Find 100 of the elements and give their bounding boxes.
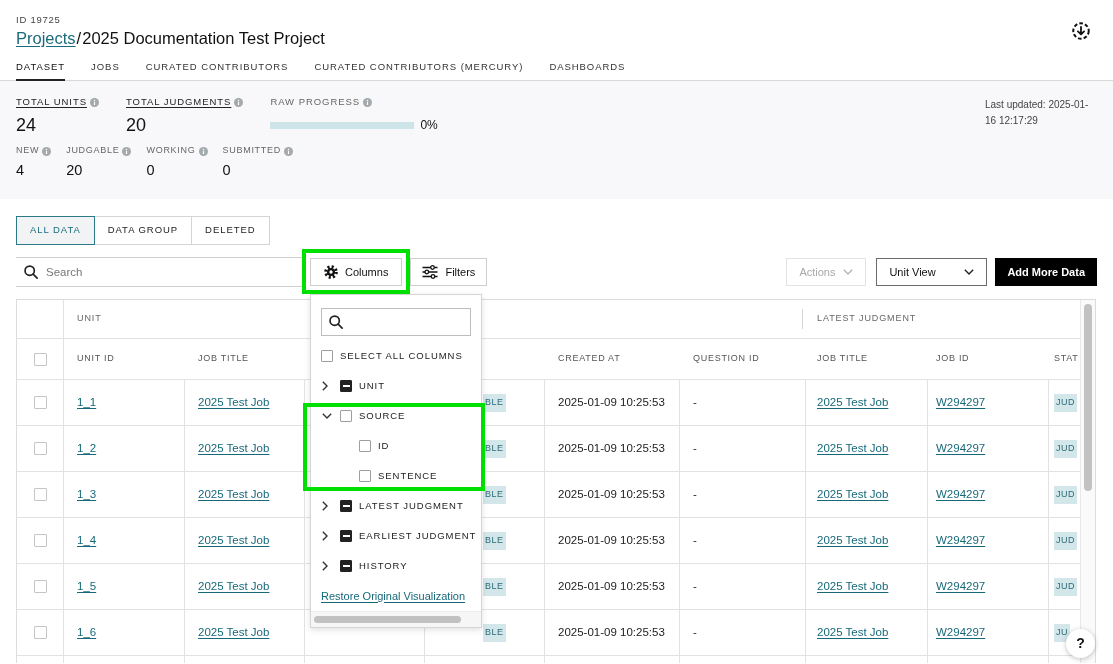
- table-link[interactable]: 1_3: [77, 485, 97, 504]
- nav-tab[interactable]: CURATED CONTRIBUTORS (MERCURY): [314, 55, 524, 81]
- menu-option[interactable]: SENTENCE: [378, 468, 438, 484]
- stat-label: WORKING: [146, 144, 196, 158]
- stat-value: 0: [222, 161, 231, 179]
- add-data-button[interactable]: Add More Data: [995, 258, 1097, 286]
- page-title: 2025 Documentation Test Project: [82, 28, 325, 49]
- checkbox[interactable]: [340, 530, 352, 542]
- table-link[interactable]: W294297: [936, 393, 986, 412]
- column-header[interactable]: CREATED AT: [558, 352, 621, 366]
- stat-label: RAW PROGRESS: [270, 94, 361, 109]
- table-cell-text: 2025-01-09 10:25:53: [558, 532, 665, 548]
- columns-button[interactable]: Columns: [310, 258, 403, 286]
- table-link[interactable]: 2025 Test Job: [817, 577, 889, 596]
- breadcrumb-link[interactable]: Projects: [16, 28, 76, 49]
- menu-option[interactable]: SOURCE: [359, 408, 406, 424]
- nav-tab[interactable]: DASHBOARDS: [549, 55, 626, 81]
- checkbox[interactable]: [340, 410, 352, 422]
- status-badge: JUD: [1054, 577, 1078, 596]
- info-icon[interactable]: [42, 146, 52, 156]
- stat-value: 0: [146, 161, 155, 179]
- info-icon[interactable]: [122, 146, 132, 156]
- table-link[interactable]: 1_4: [77, 531, 97, 550]
- table-link[interactable]: 1_1: [77, 393, 97, 412]
- chevron-right-icon[interactable]: [322, 561, 328, 571]
- search-icon: [24, 265, 38, 279]
- chevron-down-icon[interactable]: [322, 413, 332, 419]
- column-group-header: UNIT: [77, 312, 102, 326]
- search-icon: [329, 315, 343, 329]
- table-link[interactable]: W294297: [936, 531, 986, 550]
- view-tab[interactable]: DATA GROUP: [93, 216, 193, 245]
- table-link[interactable]: 2025 Test Job: [198, 623, 270, 642]
- stat-label: NEW: [16, 144, 40, 158]
- column-header[interactable]: QUESTION ID: [693, 352, 760, 366]
- checkbox[interactable]: [359, 440, 371, 452]
- nav-tab[interactable]: JOBS: [91, 55, 120, 81]
- search-field[interactable]: Search: [16, 257, 305, 287]
- menu-option[interactable]: EARLIEST JUDGMENT: [359, 528, 477, 544]
- info-icon[interactable]: [234, 97, 244, 107]
- table-link[interactable]: 1_2: [77, 439, 97, 458]
- table-link[interactable]: 2025 Test Job: [817, 439, 889, 458]
- column-header[interactable]: STAT: [1054, 352, 1079, 366]
- chevron-right-icon[interactable]: [322, 381, 328, 391]
- table-link[interactable]: 2025 Test Job: [817, 531, 889, 550]
- scrollbar-thumb[interactable]: [314, 616, 461, 623]
- checkbox[interactable]: [340, 380, 352, 392]
- table-link[interactable]: 2025 Test Job: [817, 485, 889, 504]
- menu-option[interactable]: SELECT ALL COLUMNS: [340, 348, 463, 364]
- menu-option[interactable]: HISTORY: [359, 558, 408, 574]
- table-cell-text: -: [693, 624, 697, 640]
- checkbox[interactable]: [321, 350, 333, 362]
- progress-reading: 0%: [420, 117, 438, 134]
- table-link[interactable]: W294297: [936, 623, 986, 642]
- column-header[interactable]: JOB ID: [936, 352, 970, 366]
- menu-option[interactable]: LATEST JUDGMENT: [359, 498, 464, 514]
- info-icon[interactable]: [198, 146, 208, 156]
- column-header[interactable]: UNIT ID: [77, 352, 115, 366]
- table-link[interactable]: 2025 Test Job: [817, 623, 889, 642]
- table-link[interactable]: W294297: [936, 577, 986, 596]
- table-link[interactable]: 2025 Test Job: [198, 577, 270, 596]
- view-tab[interactable]: DELETED: [191, 216, 270, 245]
- stat-link[interactable]: TOTAL JUDGMENTS: [126, 94, 232, 110]
- nav-tab[interactable]: CURATED CONTRIBUTORS: [145, 55, 289, 81]
- checkbox[interactable]: [340, 560, 352, 572]
- table-cell-text: 2025-01-09 10:25:53: [558, 486, 665, 502]
- table-link[interactable]: 2025 Test Job: [817, 393, 889, 412]
- chevron-right-icon[interactable]: [322, 501, 328, 511]
- column-header[interactable]: JOB TITLE: [817, 352, 868, 366]
- menu-option[interactable]: UNIT: [359, 378, 385, 394]
- table-link[interactable]: W294297: [936, 485, 986, 504]
- status-badge: BLE: [483, 439, 506, 458]
- table-cell-text: -: [693, 532, 697, 548]
- table-cell-text: 2025-01-09 10:25:53: [558, 440, 665, 456]
- checkbox[interactable]: [340, 500, 352, 512]
- view-select[interactable]: Unit View: [876, 258, 988, 286]
- table-link[interactable]: 2025 Test Job: [198, 393, 270, 412]
- filters-button[interactable]: Filters: [410, 258, 488, 286]
- arrow-circle-icon[interactable]: [1072, 22, 1090, 40]
- stat-value: 4: [16, 161, 25, 179]
- menu-option[interactable]: ID: [378, 438, 390, 454]
- scrollbar-thumb[interactable]: [1084, 304, 1092, 491]
- stat-value: 24: [16, 114, 37, 136]
- column-header[interactable]: JOB TITLE: [198, 352, 249, 366]
- table-link[interactable]: 2025 Test Job: [198, 485, 270, 504]
- info-icon[interactable]: [363, 97, 373, 107]
- checkbox[interactable]: [359, 470, 371, 482]
- table-link[interactable]: 1_5: [77, 577, 97, 596]
- stat-link[interactable]: TOTAL UNITS: [16, 94, 87, 110]
- table-link[interactable]: W294297: [936, 439, 986, 458]
- table-link[interactable]: 1_6: [77, 623, 97, 642]
- table-link[interactable]: 2025 Test Job: [198, 531, 270, 550]
- chevron-right-icon[interactable]: [322, 531, 328, 541]
- project-id: ID 19725: [16, 14, 61, 26]
- info-icon[interactable]: [90, 97, 99, 107]
- table-link[interactable]: 2025 Test Job: [198, 439, 270, 458]
- stat-value: 20: [66, 161, 83, 179]
- menu-search-field[interactable]: [321, 308, 471, 336]
- info-icon[interactable]: [284, 146, 293, 156]
- view-tab[interactable]: ALL DATA: [16, 216, 95, 245]
- restore-link[interactable]: Restore Original Visualization: [321, 587, 466, 605]
